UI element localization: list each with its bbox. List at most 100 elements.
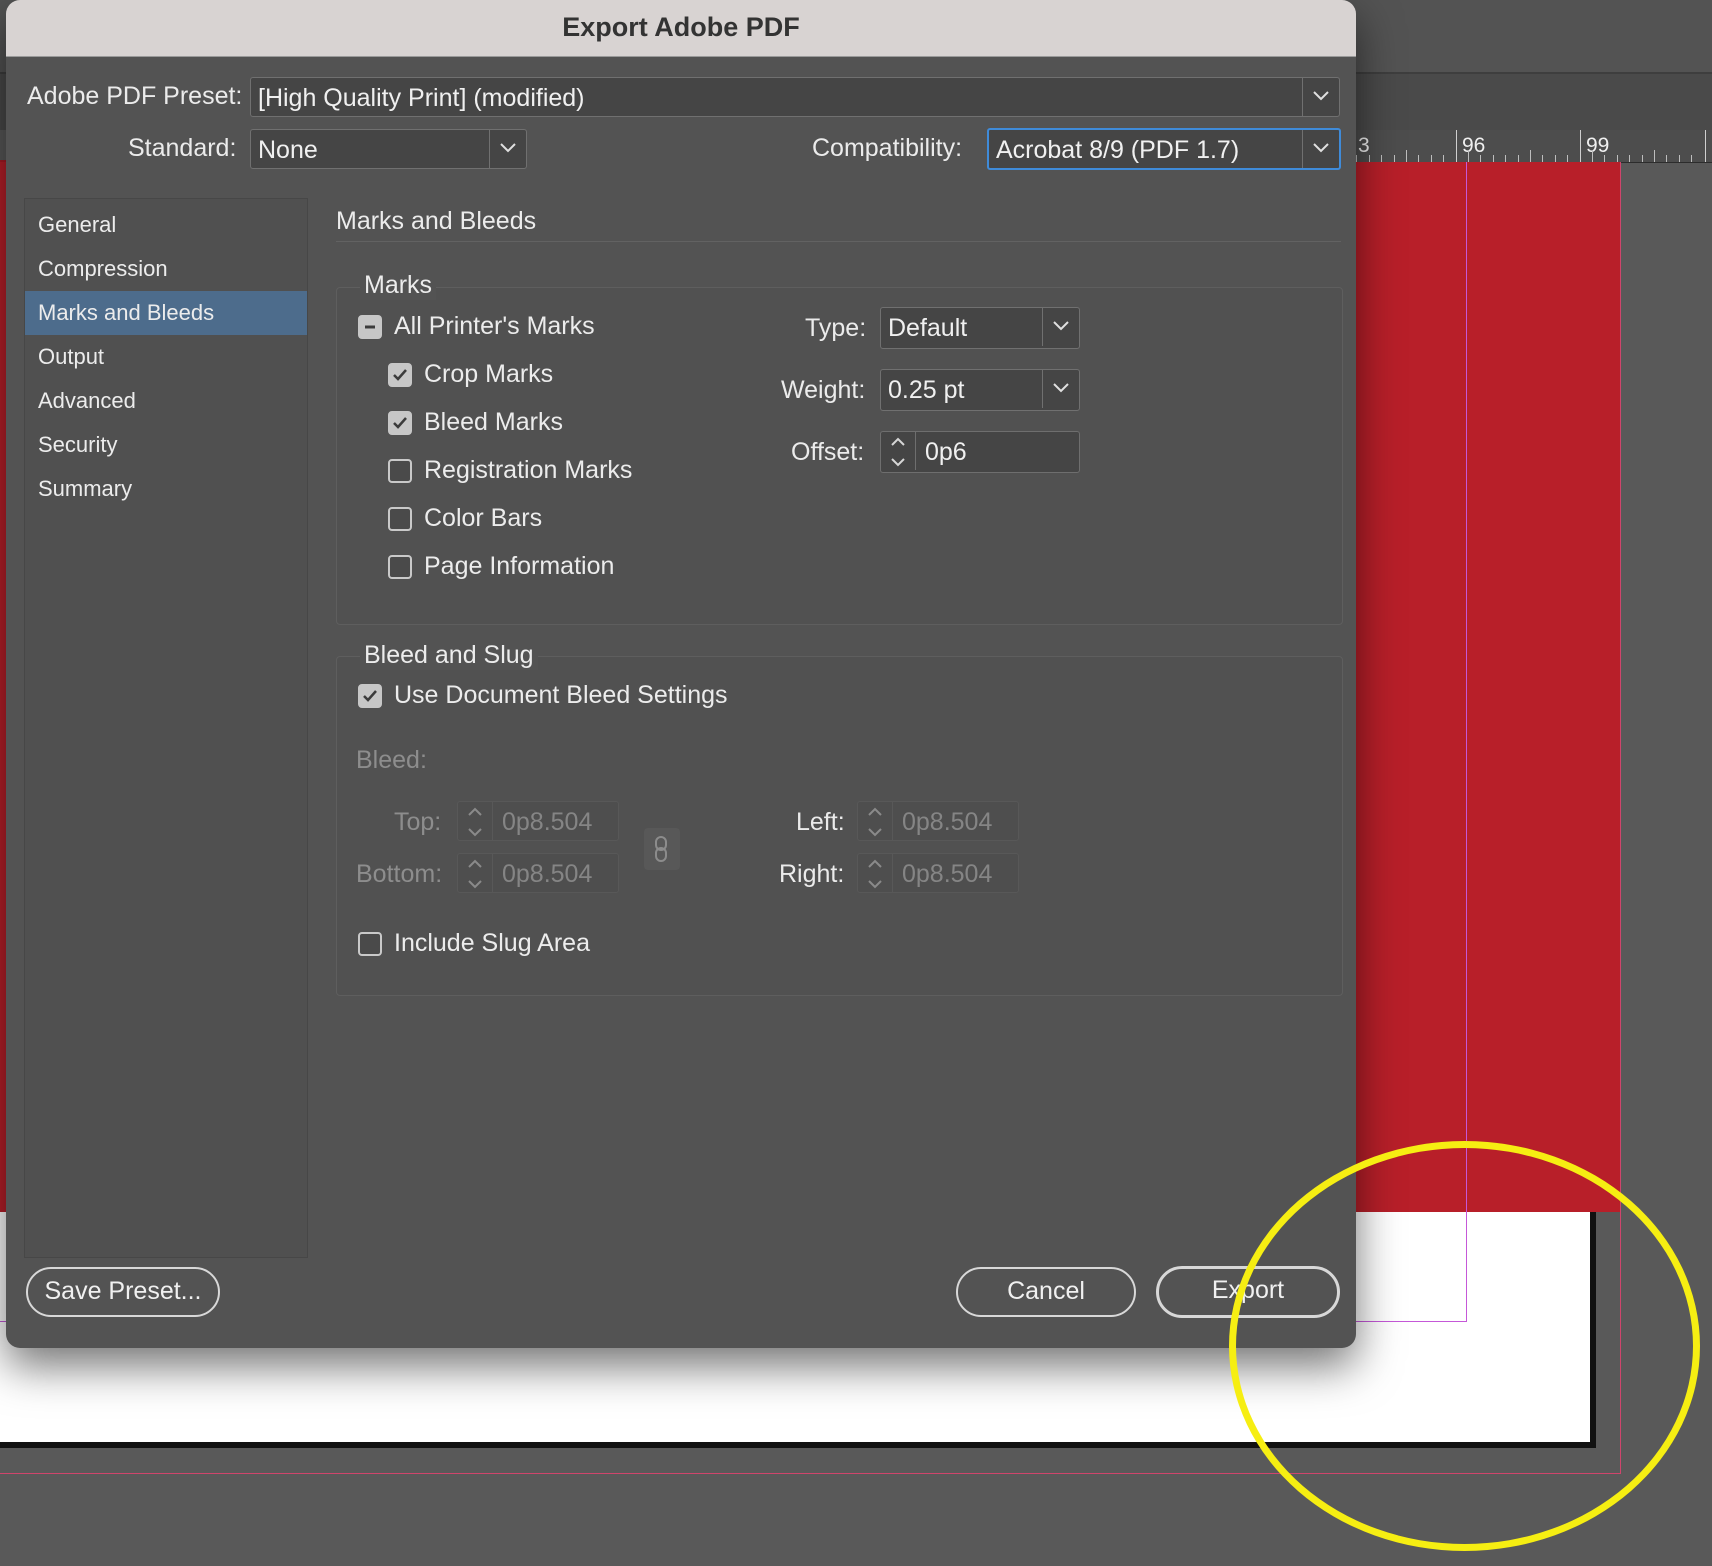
export-pdf-dialog: Export Adobe PDF Adobe PDF Preset: [High… (6, 0, 1356, 1348)
dialog-titlebar[interactable]: Export Adobe PDF (6, 0, 1356, 57)
all-printers-marks-checkbox[interactable] (358, 315, 382, 339)
bleed-label: Bleed: (356, 746, 427, 774)
ruler-major-tick (1580, 130, 1581, 162)
ruler-minor-tick (1554, 155, 1556, 162)
compatibility-dropdown[interactable]: Acrobat 8/9 (PDF 1.7) (987, 128, 1341, 170)
ruler-minor-tick (1492, 155, 1494, 162)
ruler-label: 99 (1586, 134, 1610, 157)
ruler-minor-tick (1616, 155, 1618, 162)
bleed-bottom-stepper[interactable]: 0p8.504 (457, 853, 619, 893)
weight-label: Weight: (781, 376, 866, 404)
stepper-arrows-icon (458, 854, 493, 892)
bleed-right-value: 0p8.504 (902, 860, 993, 888)
category-list: General Compression Marks and Bleeds Out… (24, 198, 308, 1258)
ruler-minor-tick (1530, 150, 1531, 162)
bleed-left-stepper[interactable]: 0p8.504 (857, 801, 1019, 841)
crop-marks-checkbox[interactable] (388, 363, 412, 387)
ruler-minor-tick (1418, 155, 1420, 162)
ruler-minor-tick (1443, 155, 1445, 162)
page-information-label[interactable]: Page Information (424, 552, 614, 581)
horizontal-ruler[interactable]: 3 96 99 (1340, 130, 1712, 163)
compatibility-label: Compatibility: (812, 134, 963, 162)
nav-item-marks-and-bleeds[interactable]: Marks and Bleeds (25, 291, 307, 335)
nav-item-output[interactable]: Output (25, 335, 307, 379)
bleed-left-label: Left: (796, 808, 845, 836)
standard-label: Standard: (128, 134, 237, 162)
ruler-minor-tick (1393, 155, 1395, 162)
ruler-minor-tick (1517, 155, 1519, 162)
bleed-bottom-label: Bottom: (356, 860, 443, 888)
use-document-bleed-label[interactable]: Use Document Bleed Settings (394, 681, 728, 710)
nav-item-compression[interactable]: Compression (25, 247, 307, 291)
ruler-minor-tick (1542, 155, 1544, 162)
use-document-bleed-checkbox[interactable] (358, 684, 382, 708)
all-printers-marks-label[interactable]: All Printer's Marks (394, 312, 595, 341)
ruler-label: 96 (1462, 134, 1486, 157)
preset-dropdown[interactable]: [High Quality Print] (modified) (250, 77, 1340, 117)
weight-dropdown[interactable]: 0.25 pt (880, 369, 1080, 411)
save-preset-button[interactable]: Save Preset... (26, 1267, 220, 1317)
ruler-minor-tick (1592, 150, 1593, 162)
offset-value: 0p6 (925, 438, 967, 466)
ruler-minor-tick (1430, 155, 1432, 162)
registration-marks-checkbox[interactable] (388, 459, 412, 483)
ruler-minor-tick (1480, 155, 1482, 162)
bleed-bottom-value: 0p8.504 (502, 860, 593, 888)
ruler-minor-tick (1381, 155, 1383, 162)
section-title: Marks and Bleeds (336, 207, 537, 235)
nav-item-security[interactable]: Security (25, 423, 307, 467)
offset-stepper[interactable]: 0p6 (880, 431, 1080, 473)
chevron-down-icon (1042, 370, 1079, 408)
section-divider (336, 241, 1341, 242)
preset-value: [High Quality Print] (modified) (258, 84, 585, 112)
ruler-minor-tick (1629, 155, 1631, 162)
stepper-arrows-icon[interactable] (881, 432, 916, 470)
dialog-title: Export Adobe PDF (562, 12, 800, 42)
nav-item-summary[interactable]: Summary (25, 467, 307, 511)
page-information-checkbox[interactable] (388, 555, 412, 579)
link-icon[interactable] (644, 828, 680, 870)
preset-label: Adobe PDF Preset: (27, 82, 243, 110)
standard-value: None (258, 136, 318, 164)
chevron-down-icon (1302, 78, 1339, 116)
include-slug-checkbox[interactable] (358, 932, 382, 956)
crop-marks-label[interactable]: Crop Marks (424, 360, 553, 389)
ruler-minor-tick (1641, 155, 1643, 162)
ruler-minor-tick (1604, 155, 1606, 162)
ruler-major-tick (1456, 130, 1457, 162)
cancel-button[interactable]: Cancel (956, 1267, 1136, 1317)
bleed-top-value: 0p8.504 (502, 808, 593, 836)
bleed-right-label: Right: (779, 860, 845, 888)
nav-item-advanced[interactable]: Advanced (25, 379, 307, 423)
nav-item-general[interactable]: General (25, 203, 307, 247)
include-slug-label[interactable]: Include Slug Area (394, 929, 590, 958)
ruler-minor-tick (1666, 155, 1668, 162)
bleed-top-stepper[interactable]: 0p8.504 (457, 801, 619, 841)
ruler-minor-tick (1356, 155, 1358, 162)
stepper-arrows-icon (858, 802, 893, 840)
ruler-minor-tick (1678, 155, 1680, 162)
marks-group-title: Marks (360, 271, 437, 300)
type-dropdown[interactable]: Default (880, 307, 1080, 349)
standard-dropdown[interactable]: None (250, 129, 527, 169)
bleed-marks-checkbox[interactable] (388, 411, 412, 435)
bleed-left-value: 0p8.504 (902, 808, 993, 836)
type-label: Type: (805, 314, 867, 342)
ruler-minor-tick (1468, 150, 1469, 162)
bleed-right-stepper[interactable]: 0p8.504 (857, 853, 1019, 893)
ruler-minor-tick (1406, 150, 1407, 162)
offset-label: Offset: (791, 438, 865, 466)
ruler-minor-tick (1691, 155, 1693, 162)
color-bars-label[interactable]: Color Bars (424, 504, 542, 533)
bleed-slug-group-title: Bleed and Slug (360, 641, 538, 670)
ruler-minor-tick (1654, 150, 1655, 162)
stepper-arrows-icon (458, 802, 493, 840)
ruler-minor-tick (1505, 155, 1507, 162)
bleed-top-label: Top: (394, 808, 442, 836)
color-bars-checkbox[interactable] (388, 507, 412, 531)
chevron-down-icon (1302, 130, 1339, 168)
registration-marks-label[interactable]: Registration Marks (424, 456, 632, 485)
ruler-minor-tick (1368, 155, 1370, 162)
compatibility-value: Acrobat 8/9 (PDF 1.7) (996, 136, 1240, 164)
bleed-marks-label[interactable]: Bleed Marks (424, 408, 563, 437)
